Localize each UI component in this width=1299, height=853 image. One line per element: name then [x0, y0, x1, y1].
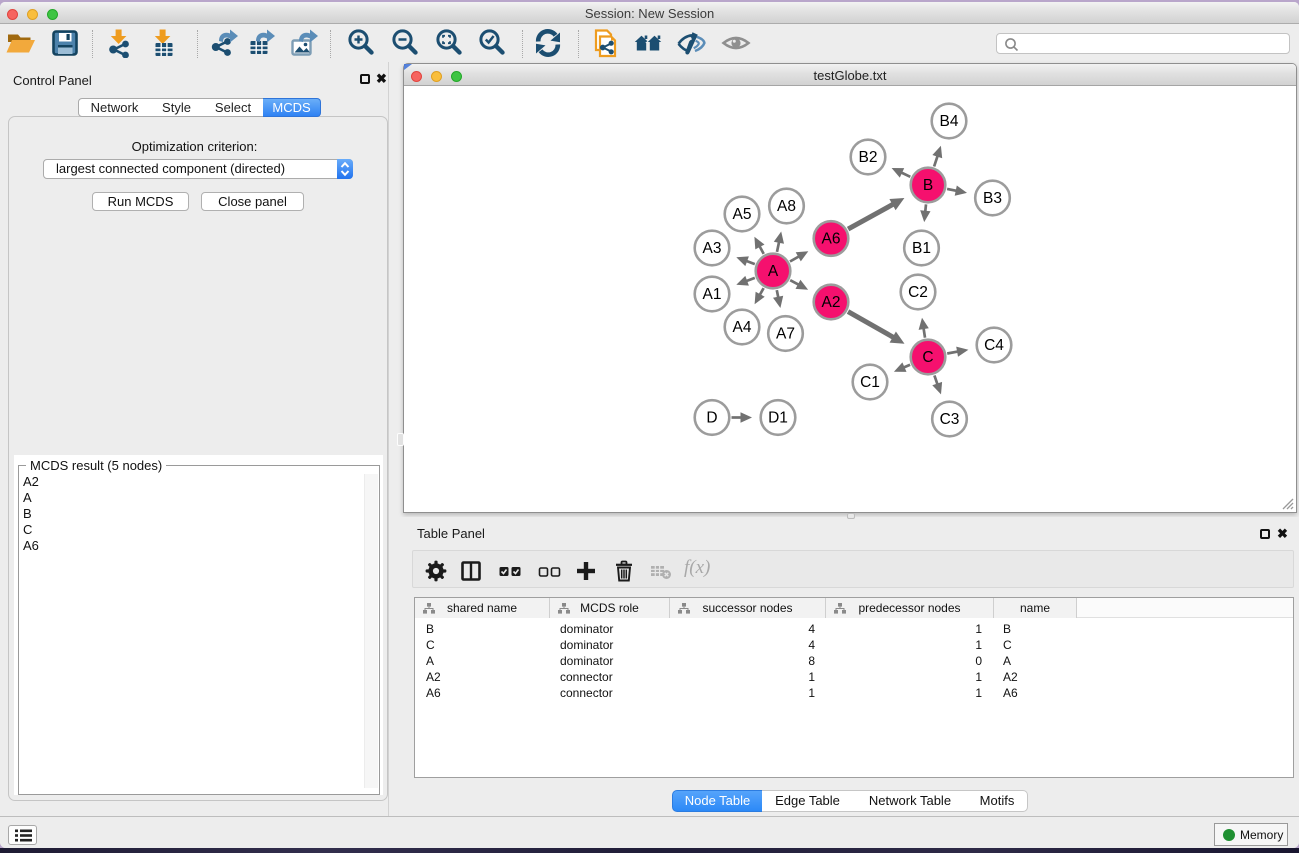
svg-text:C3: C3: [940, 411, 960, 428]
svg-text:B1: B1: [912, 240, 931, 257]
svg-text:C2: C2: [908, 284, 928, 301]
svg-text:C1: C1: [860, 374, 880, 391]
svg-text:C: C: [922, 349, 933, 366]
svg-text:C4: C4: [984, 337, 1004, 354]
svg-text:A4: A4: [733, 319, 752, 336]
svg-text:A3: A3: [703, 240, 722, 257]
svg-text:A1: A1: [703, 286, 722, 303]
svg-text:B2: B2: [859, 149, 878, 166]
svg-text:D1: D1: [768, 410, 788, 427]
svg-text:A5: A5: [733, 206, 752, 223]
svg-text:A8: A8: [777, 198, 796, 215]
svg-text:B: B: [923, 177, 933, 194]
svg-text:B4: B4: [940, 113, 959, 130]
svg-text:D: D: [706, 410, 717, 427]
svg-text:A6: A6: [822, 231, 841, 248]
svg-text:A7: A7: [776, 326, 795, 343]
svg-text:A2: A2: [822, 294, 841, 311]
svg-text:A: A: [768, 263, 779, 280]
svg-text:B3: B3: [983, 190, 1002, 207]
